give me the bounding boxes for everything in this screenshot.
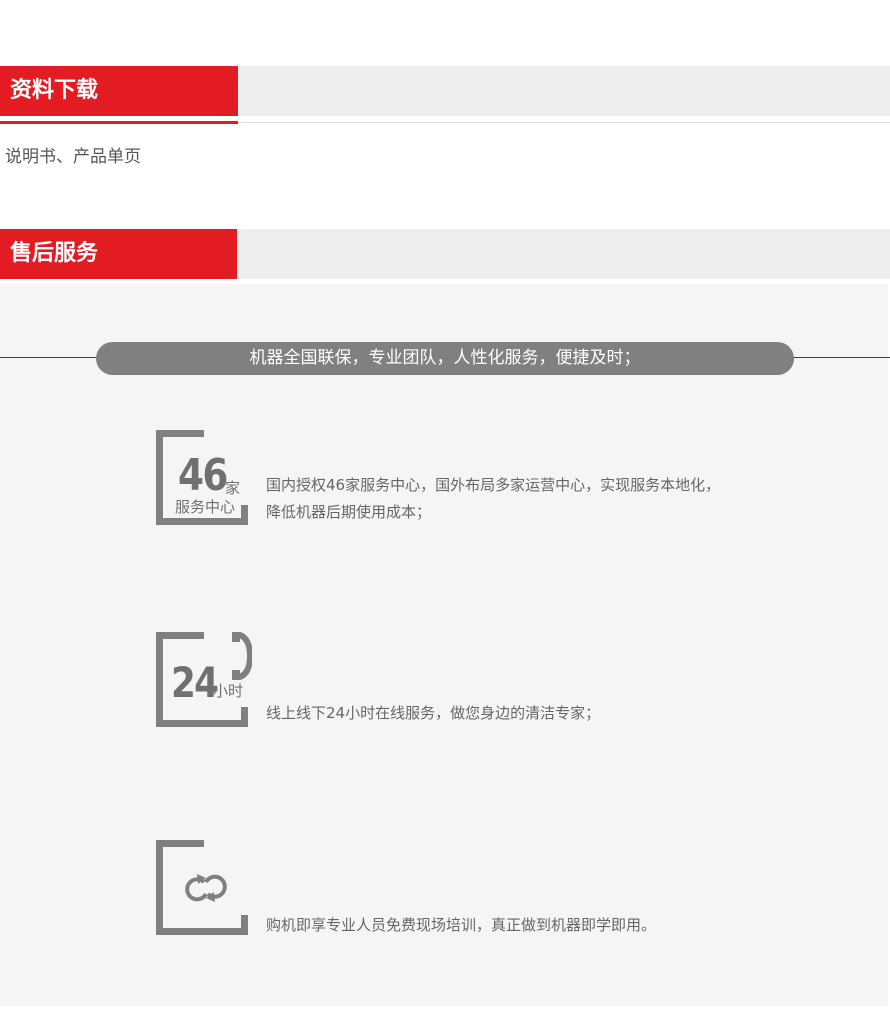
download-content[interactable]: 说明书、产品单页 [5,142,141,167]
feature-description: 国内授权46家服务中心，国外布局多家运营中心，实现服务本地化， 降低机器后期使用… [266,472,720,526]
feature-number: 46 [178,450,228,501]
training-icon [156,840,248,935]
feature-unit: 家 [225,479,241,497]
service-center-icon: 46 家 服务中心 [156,430,248,525]
feature-label: 服务中心 [175,498,236,516]
download-accent-line [0,121,238,124]
feature-line: 国内授权46家服务中心，国外布局多家运营中心，实现服务本地化， [266,476,721,494]
phone-icon [232,632,252,680]
service-section-title: 售后服务 [0,229,237,279]
feature-line: 降低机器后期使用成本； [266,503,432,521]
refresh-cycle-icon [185,874,227,902]
feature-description: 线上线下24小时在线服务，做您身边的清洁专家； [266,700,600,727]
download-section-title: 资料下载 [0,66,238,116]
feature-line: 购机即享专业人员免费现场培训，真正做到机器即学即用。 [266,916,657,934]
service-banner: 机器全国联保，专业团队，人性化服务，便捷及时； [96,342,794,375]
feature-number: 24 [171,658,219,707]
service-section-header: 售后服务 [0,229,890,279]
feature-unit: 小时 [213,682,244,700]
download-section-header: 资料下载 [0,66,890,116]
feature-description: 购机即享专业人员免费现场培训，真正做到机器即学即用。 [266,912,656,939]
service-panel [0,284,888,1006]
feature-line: 线上线下24小时在线服务，做您身边的清洁专家； [266,704,601,722]
support-24h-icon: 24 小时 [156,632,252,727]
